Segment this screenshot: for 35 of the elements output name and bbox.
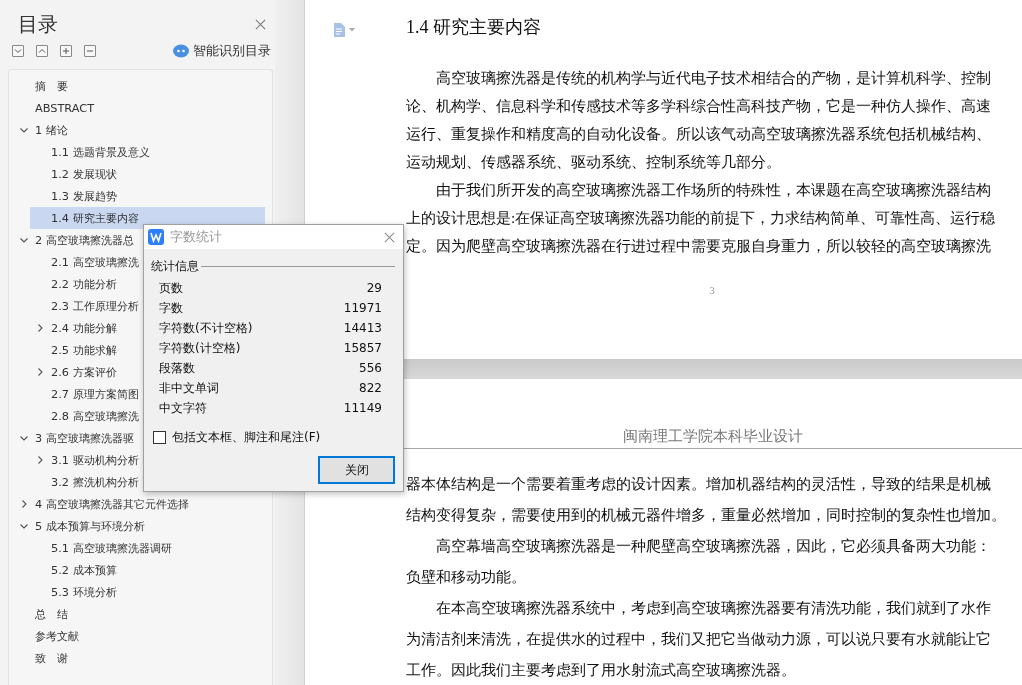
panel-title: 目录 xyxy=(18,11,58,37)
text-line: 高空幕墙高空玻璃擦洗器是一种爬壁高空玻璃擦洗器，因此，它必须具备两大功能： xyxy=(435,536,993,556)
text-line: 在本高空玻璃擦洗器系统中，考虑到高空玻璃擦洗器要有清洗功能，我们就到了水作 xyxy=(435,598,993,618)
text-line: 高空玻璃擦洗器是传统的机构学与近代电子技术相结合的产物，是计算机科学、控制 xyxy=(435,68,993,88)
page-header: 闽南理工学院本科毕业设计 xyxy=(404,426,1022,449)
page-number: 3 xyxy=(708,283,716,298)
text-line: 运行、重复操作和精度高的自动化设备。所以该气动高空玻璃擦洗器系统包括机械结构、 xyxy=(406,124,992,144)
stat-label: 字符数(计空格) xyxy=(159,339,241,357)
text-line: 定。因为爬壁高空玻璃擦洗器在行进过程中需要克服自身重力，所以较轻的高空玻璃擦洗 xyxy=(406,236,992,256)
checkbox-label: 包括文本框、脚注和尾注(F) xyxy=(172,428,321,446)
text-line: 上的设计思想是:在保证高空玻璃擦洗器功能的前提下，力求结构简单、可靠性高、运行稳 xyxy=(406,208,997,228)
stat-label: 页数 xyxy=(159,279,183,297)
group-label: 统计信息 xyxy=(151,258,199,274)
text-line: 为清洁剂来清洗，在提供水的过程中，我们又把它当做动力源，可以说只要有水就能让它 xyxy=(406,629,992,649)
stat-label: 字数 xyxy=(159,299,183,317)
text-line: 结构变得复杂，需要使用到的机械元器件增多，重量必然增加，同时控制的复杂性也增加。 xyxy=(406,505,1007,525)
text-line: 器本体结构是一个需要着重考虑的设计因素。增加机器结构的灵活性，导致的结果是机械 xyxy=(406,474,992,494)
stat-value: 556 xyxy=(359,361,382,375)
stat-label: 非中文单词 xyxy=(159,379,219,397)
stat-value: 11149 xyxy=(343,401,382,415)
dialog-title: 字数统计 xyxy=(170,228,222,246)
stat-value: 822 xyxy=(359,381,382,395)
stat-label: 中文字符 xyxy=(159,399,207,417)
stat-value: 14413 xyxy=(343,321,382,335)
stat-value: 29 xyxy=(366,281,382,295)
text-line: 论、机构学、信息科学和传感技术等多学科综合性高科技产物，它是一种仿人操作、高速 xyxy=(406,96,992,116)
section-heading: 1.4 研究主要内容 xyxy=(406,16,542,39)
text-line: 工作。因此我们主要考虑到了用水射流式高空玻璃擦洗器。 xyxy=(406,660,797,680)
stat-label: 字符数(不计空格) xyxy=(159,319,253,337)
text-line: 由于我们所开发的高空玻璃擦洗器工作场所的特殊性，本课题在高空玻璃擦洗器结构 xyxy=(435,180,993,200)
stat-value: 15857 xyxy=(343,341,382,355)
stat-value: 11971 xyxy=(343,301,382,315)
text-line: 负壁和移动功能。 xyxy=(406,567,527,587)
text-line: 运动规划、传感器系统、驱动系统、控制系统等几部分。 xyxy=(406,152,782,172)
stat-label: 段落数 xyxy=(159,359,195,377)
